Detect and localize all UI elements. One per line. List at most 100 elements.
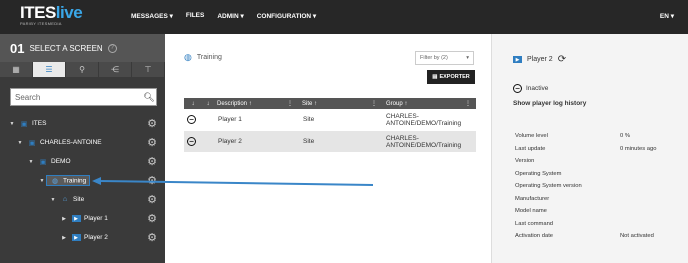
property-row: Operating System version: [515, 180, 685, 193]
column-description[interactable]: Description ↑ ⋮: [214, 98, 299, 109]
status-row: − Inactive: [513, 84, 548, 93]
property-key: Operating System: [515, 170, 562, 177]
cell-description: Player 1: [218, 116, 242, 123]
caret-right-icon[interactable]: ▶: [60, 216, 68, 222]
sort-down-icon[interactable]: ↓: [199, 98, 214, 109]
column-group[interactable]: Group ↑ ⋮: [383, 98, 476, 109]
column-label: Group: [386, 100, 403, 107]
table-row[interactable]: − Player 1 Site CHARLES-ANTOINE/DEMO/Tra…: [184, 109, 476, 131]
gear-icon[interactable]: ⚙: [147, 174, 157, 187]
column-site[interactable]: Site ↑ ⋮: [299, 98, 383, 109]
main-nav: MESSAGES ▾ FILES ADMIN ▾ CONFIGURATION ▾: [131, 12, 316, 20]
property-value: Not activated: [620, 233, 654, 240]
caret-down-icon[interactable]: ▼: [8, 121, 16, 127]
details-header: ▶ Player 2 ⟳: [513, 54, 566, 65]
nav-admin[interactable]: ADMIN ▾: [217, 12, 243, 20]
nav-configuration[interactable]: CONFIGURATION ▾: [257, 12, 316, 20]
main-panel: ◍ Training Filter by (2) ▾ ▤ EXPORTER ↓ …: [165, 34, 492, 263]
filter-label: Filter by (2): [420, 55, 448, 61]
globe-icon: ◍: [184, 52, 192, 62]
logo[interactable]: ITESlive PAR/BY ITESMEDIA: [20, 3, 83, 26]
table-header: ↓ ↓ Description ↑ ⋮ Site ↑ ⋮ Group ↑ ⋮: [184, 98, 476, 109]
caret-down-icon[interactable]: ▼: [27, 159, 35, 165]
gear-icon[interactable]: ⚙: [147, 212, 157, 225]
property-row: Last command: [515, 218, 685, 231]
property-key: Operating System version: [515, 183, 582, 190]
step-header: 01 SELECT A SCREEN ?: [0, 34, 165, 62]
language-selector[interactable]: EN ▾: [660, 12, 674, 20]
logo-accent: live: [55, 3, 83, 22]
group-icon: ▣: [28, 139, 36, 147]
search-icon[interactable]: 🔍︎: [142, 92, 156, 103]
top-bar: ITESlive PAR/BY ITESMEDIA MESSAGES ▾ FIL…: [0, 0, 688, 34]
tree-node-player-2[interactable]: ▶ ▶ Player 2 ⚙: [0, 228, 165, 247]
cell-description: Player 2: [218, 138, 242, 145]
search-input[interactable]: [15, 92, 142, 102]
property-row: Version: [515, 155, 685, 168]
user-icon[interactable]: ⚲: [66, 62, 99, 77]
home-icon: ⌂: [62, 196, 68, 203]
view-tabs: ▦ ☰ ⚲ ⋲ ⊤: [0, 62, 165, 77]
details-title: Player 2: [527, 56, 553, 63]
document-icon: ▤: [432, 74, 438, 80]
inactive-status-icon: −: [513, 84, 522, 93]
property-row: Last update 0 minutes ago: [515, 143, 685, 156]
exporter-button[interactable]: ▤ EXPORTER: [427, 70, 475, 84]
group-icon: ▣: [20, 120, 28, 128]
property-key: Version: [515, 158, 535, 165]
gear-icon[interactable]: ⚙: [147, 136, 157, 149]
property-key: Model name: [515, 208, 547, 215]
filter-dropdown[interactable]: Filter by (2) ▾: [415, 51, 474, 65]
gear-icon[interactable]: ⚙: [147, 155, 157, 168]
sort-up-icon: ↑: [248, 100, 252, 107]
caret-right-icon[interactable]: ▶: [60, 235, 68, 241]
exporter-label: EXPORTER: [439, 74, 470, 80]
column-menu-icon[interactable]: ⋮: [465, 100, 471, 107]
caret-down-icon[interactable]: ▼: [38, 178, 46, 184]
chevron-down-icon: ▾: [466, 55, 469, 61]
sort-down-icon[interactable]: ↓: [184, 98, 199, 109]
column-menu-icon[interactable]: ⋮: [287, 100, 293, 107]
gear-icon[interactable]: ⚙: [147, 193, 157, 206]
player-icon: ▶: [71, 233, 81, 242]
tree-icon[interactable]: ☰: [33, 62, 66, 77]
cell-group: CHARLES-ANTOINE/DEMO/Training: [386, 134, 462, 149]
gear-icon[interactable]: ⚙: [147, 117, 157, 130]
gear-icon[interactable]: ⚙: [147, 231, 157, 244]
nav-messages[interactable]: MESSAGES ▾: [131, 12, 173, 20]
help-icon[interactable]: ?: [107, 43, 117, 53]
caret-down-icon[interactable]: ▼: [16, 140, 24, 146]
breadcrumb: ◍ Training: [184, 52, 222, 63]
tree-node-training[interactable]: ▼ ◍ Training ⚙: [0, 171, 165, 190]
column-label: Description: [217, 100, 248, 107]
property-row: Volume level 0 %: [515, 130, 685, 143]
network-icon[interactable]: ⊤: [132, 62, 165, 77]
property-row: Manufacturer: [515, 193, 685, 206]
grid-icon[interactable]: ▦: [0, 62, 33, 77]
nav-files[interactable]: FILES: [186, 12, 204, 20]
table-row[interactable]: − Player 2 Site CHARLES-ANTOINE/DEMO/Tra…: [184, 131, 476, 153]
inactive-status-icon: −: [187, 115, 196, 124]
tree-node-label: Player 1: [84, 215, 108, 222]
tree-node-label: DEMO: [51, 158, 71, 165]
tree-node-label: Training: [63, 177, 87, 185]
tree-node-label: ITES: [32, 120, 47, 127]
share-icon[interactable]: ⋲: [99, 62, 132, 77]
group-icon: ▣: [39, 158, 47, 166]
training-selected[interactable]: ◍ Training: [46, 175, 91, 186]
tree-node-charles-antoine[interactable]: ▼ ▣ CHARLES-ANTOINE ⚙: [0, 133, 165, 152]
player-icon: ▶: [71, 214, 81, 223]
column-menu-icon[interactable]: ⋮: [371, 100, 377, 107]
cell-site: Site: [303, 138, 315, 145]
sort-up-icon: ↑: [314, 100, 318, 107]
tree-node-ites[interactable]: ▼ ▣ ITES ⚙: [0, 114, 165, 133]
property-row: Model name: [515, 205, 685, 218]
caret-down-icon[interactable]: ▼: [49, 197, 57, 203]
properties-list: Volume level 0 % Last update 0 minutes ago…: [515, 130, 685, 243]
property-row: Operating System: [515, 168, 685, 181]
tree-node-demo[interactable]: ▼ ▣ DEMO ⚙: [0, 152, 165, 171]
refresh-icon[interactable]: ⟳: [558, 54, 566, 65]
player-log-link[interactable]: Show player log history: [513, 100, 586, 107]
tree-node-site[interactable]: ▼ ⌂ Site ⚙: [0, 190, 165, 209]
tree-node-player-1[interactable]: ▶ ▶ Player 1 ⚙: [0, 209, 165, 228]
